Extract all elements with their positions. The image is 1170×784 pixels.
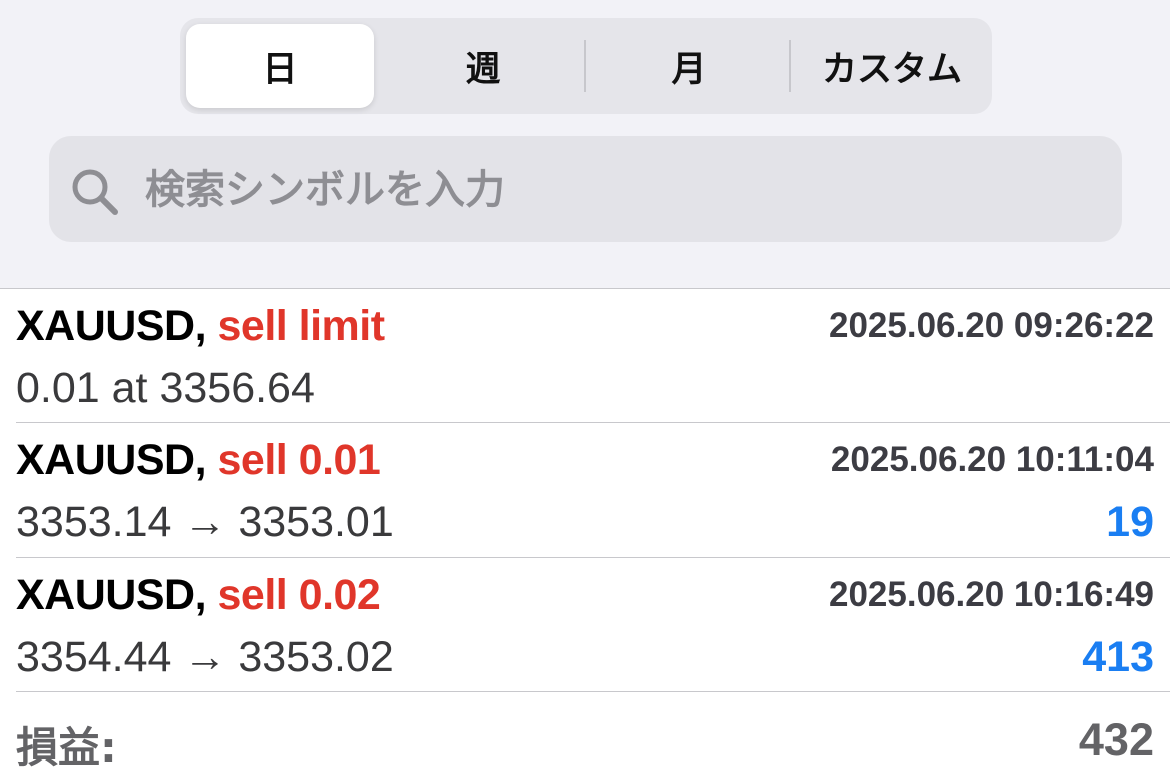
segment-month[interactable]: 月 [586,24,792,108]
row-symbol-line: XAUUSD, sell 0.01 [16,436,381,485]
symbol-label: XAUUSD, [16,302,207,350]
segment-custom[interactable]: カスタム [792,24,992,108]
history-row[interactable]: XAUUSD, sell 0.01 2025.06.20 10:11:04 33… [0,424,1170,558]
period-segmented-control: 日 週 月 カスタム [180,18,992,114]
row-timestamp: 2025.06.20 10:16:49 [829,575,1154,614]
filter-header: 日 週 月 カスタム [0,0,1170,289]
segment-day[interactable]: 日 [186,24,374,108]
order-action: sell limit [217,302,385,350]
row-detail: 3354.44 → 3353.02 [16,633,394,681]
row-timestamp: 2025.06.20 09:26:22 [829,306,1154,345]
row-profit: 19 [1106,498,1154,546]
profit-summary-label: 損益: [16,723,117,772]
profit-summary-value: 432 [1078,714,1154,765]
row-timestamp: 2025.06.20 10:11:04 [830,440,1154,479]
search-icon [72,169,118,215]
order-action: sell 0.01 [217,436,381,484]
row-detail: 3353.14 → 3353.01 [16,498,394,546]
row-profit: 413 [1082,633,1154,681]
row-divider [16,422,1170,423]
symbol-label: XAUUSD, [16,571,207,619]
row-divider [16,557,1170,558]
row-detail: 0.01 at 3356.64 [16,364,315,412]
segment-week[interactable]: 週 [380,24,586,108]
history-row[interactable]: XAUUSD, sell limit 2025.06.20 09:26:22 0… [0,290,1170,424]
history-row[interactable]: XAUUSD, sell 0.02 2025.06.20 10:16:49 33… [0,559,1170,693]
order-action: sell 0.02 [217,571,381,619]
symbol-label: XAUUSD, [16,436,207,484]
row-symbol-line: XAUUSD, sell limit [16,302,385,351]
search-bar[interactable] [49,136,1122,242]
row-symbol-line: XAUUSD, sell 0.02 [16,571,381,620]
search-input[interactable] [145,162,1085,218]
segment-divider [789,40,791,92]
row-divider [16,691,1170,692]
